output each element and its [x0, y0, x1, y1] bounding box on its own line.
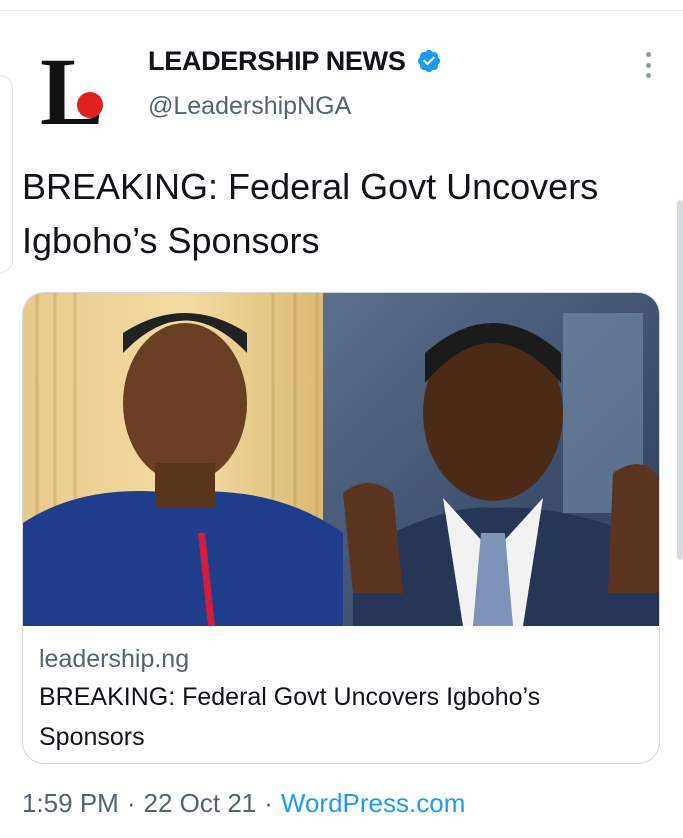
scrollbar[interactable]: [677, 200, 683, 560]
top-divider: [0, 10, 683, 11]
leadership-logo-icon: L: [40, 40, 104, 132]
user-handle[interactable]: @LeadershipNGA: [148, 92, 351, 121]
display-name[interactable]: LEADERSHIP NEWS: [148, 46, 406, 77]
author-name-row[interactable]: LEADERSHIP NEWS: [148, 44, 442, 78]
more-options-icon[interactable]: [643, 52, 653, 78]
meta-separator: ·: [264, 788, 273, 818]
svg-text:L: L: [40, 40, 104, 132]
tweet-date[interactable]: 22 Oct 21: [144, 788, 257, 819]
tweet-text: BREAKING: Federal Govt Uncovers Igboho’s…: [22, 166, 599, 261]
tweet-time[interactable]: 1:59 PM: [22, 788, 119, 819]
avatar[interactable]: L: [38, 40, 118, 132]
card-title: BREAKING: Federal Govt Uncovers Igboho’s…: [39, 683, 541, 751]
tweet-metadata: 1:59 PM · 22 Oct 21 · WordPress.com: [22, 788, 465, 819]
card-image[interactable]: [23, 293, 659, 626]
previous-tweet-edge: [0, 75, 13, 273]
card-domain: leadership.ng: [39, 645, 190, 673]
meta-separator: ·: [126, 788, 136, 818]
link-preview-card[interactable]: leadership.ng BREAKING: Federal Govt Unc…: [22, 292, 660, 764]
verified-badge-icon: [417, 49, 440, 73]
tweet-source[interactable]: WordPress.com: [281, 788, 465, 819]
